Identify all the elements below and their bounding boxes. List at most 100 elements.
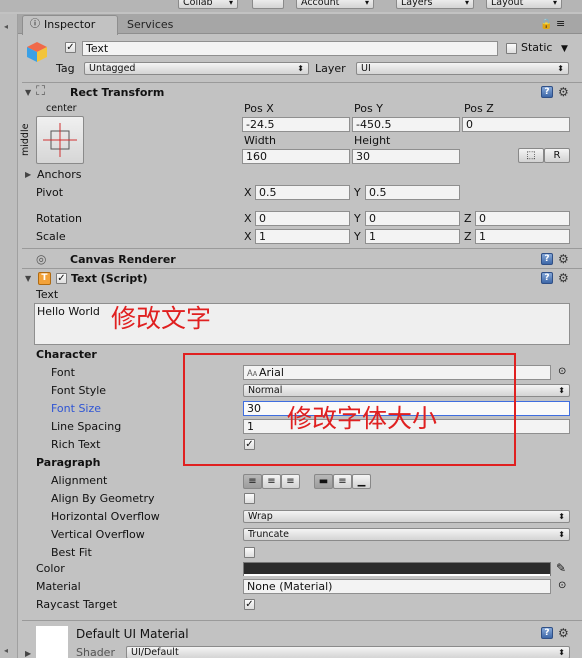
info-icon: ⓘ	[30, 19, 40, 30]
vertical-overflow-value: Truncate	[248, 529, 289, 540]
vertical-overflow-dropdown[interactable]: Truncate ⬍	[243, 528, 570, 541]
height-label: Height	[354, 134, 391, 147]
scale-x-field[interactable]: 1	[255, 229, 350, 244]
chevron-down-icon: ▾	[464, 0, 469, 7]
annotation-edit-text: 修改文字	[111, 304, 212, 333]
updown-arrow-icon: ⬍	[558, 386, 565, 395]
best-fit-checkbox[interactable]	[244, 547, 255, 558]
pivot-label: Pivot	[36, 186, 64, 199]
rect-transform-icon: ⛶	[36, 84, 46, 99]
gear-icon[interactable]: ⚙	[558, 86, 569, 98]
pivot-y-label: Y	[354, 186, 361, 199]
left-scrollbar[interactable]	[0, 14, 18, 658]
divider	[22, 268, 582, 269]
rotation-y-field[interactable]: 0	[365, 211, 460, 226]
rotation-z-label: Z	[464, 212, 472, 225]
blueprint-mode-button[interactable]: ⬚	[518, 148, 544, 163]
help-icon[interactable]: ?	[541, 272, 553, 284]
foldout-arrow-icon[interactable]: ▼	[25, 274, 31, 283]
layout-dropdown[interactable]: Layout ▾	[486, 0, 562, 9]
active-checkbox[interactable]: ✓	[65, 42, 76, 53]
foldout-arrow-icon[interactable]: ▼	[25, 88, 31, 97]
layers-dropdown[interactable]: Layers ▾	[396, 0, 474, 9]
pos-y-field[interactable]: -450.5	[352, 117, 460, 132]
pivot-y-field[interactable]: 0.5	[365, 185, 460, 200]
alignment-label: Alignment	[51, 474, 108, 487]
text-area-value: Hello World	[37, 305, 100, 318]
updown-arrow-icon: ⬍	[558, 530, 565, 539]
align-top-button[interactable]: ▬	[314, 474, 333, 489]
height-field[interactable]: 30	[352, 149, 460, 164]
rect-transform-title: Rect Transform	[70, 86, 165, 99]
align-middle-button[interactable]: ≡	[333, 474, 352, 489]
horizontal-overflow-dropdown[interactable]: Wrap ⬍	[243, 510, 570, 523]
anchor-presets-button[interactable]	[36, 116, 84, 164]
collab-dropdown[interactable]: Collab ▾	[178, 0, 238, 9]
pivot-x-label: X	[244, 186, 252, 199]
material-preview	[36, 626, 68, 658]
scroll-arrow-icon[interactable]: ◂	[4, 20, 8, 34]
pos-z-field[interactable]: 0	[462, 117, 570, 132]
material-field[interactable]: None (Material)	[243, 579, 551, 594]
scale-z-field[interactable]: 1	[475, 229, 570, 244]
divider	[22, 620, 582, 621]
tag-value: Untagged	[89, 63, 136, 74]
scale-y-field[interactable]: 1	[365, 229, 460, 244]
anchors-label[interactable]: Anchors	[37, 168, 82, 182]
chevron-down-icon: ▾	[552, 0, 557, 7]
eyedropper-icon[interactable]: ✎	[556, 561, 566, 575]
raw-edit-button[interactable]: R	[544, 148, 570, 163]
align-bottom-button[interactable]: ▁	[352, 474, 371, 489]
shader-value: UI/Default	[131, 647, 179, 658]
rotation-x-field[interactable]: 0	[255, 211, 350, 226]
text-label: Text	[36, 288, 59, 301]
static-checkbox[interactable]	[506, 43, 517, 54]
foldout-arrow-icon[interactable]: ▶	[25, 649, 31, 658]
gear-icon[interactable]: ⚙	[558, 272, 569, 284]
cloud-button[interactable]	[252, 0, 284, 9]
shader-dropdown[interactable]: UI/Default ⬍	[126, 646, 570, 658]
chevron-down-icon[interactable]: ▼	[561, 42, 568, 56]
align-by-geometry-checkbox[interactable]	[244, 493, 255, 504]
tag-dropdown[interactable]: Untagged ⬍	[84, 62, 309, 75]
tab-services[interactable]: Services	[127, 18, 173, 32]
raycast-target-label: Raycast Target	[36, 598, 118, 611]
material-title: Default UI Material	[76, 627, 189, 641]
scroll-arrow-icon[interactable]: ◂	[4, 644, 8, 658]
text-script-title: Text (Script)	[71, 272, 148, 285]
text-enabled-checkbox[interactable]: ✓	[56, 273, 67, 284]
gameobject-icon	[26, 41, 48, 63]
align-left-button[interactable]: ≡	[243, 474, 262, 489]
help-icon[interactable]: ?	[541, 627, 553, 639]
account-dropdown[interactable]: Account ▾	[296, 0, 374, 9]
color-swatch-alpha-bar	[244, 574, 550, 576]
foldout-arrow-icon[interactable]: ▶	[25, 170, 31, 179]
paragraph-header: Paragraph	[36, 456, 101, 469]
updown-arrow-icon: ⬍	[558, 648, 565, 657]
object-name-field[interactable]: Text	[82, 41, 498, 56]
align-center-button[interactable]: ≡	[262, 474, 281, 489]
font-size-label: Font Size	[51, 402, 102, 415]
pos-x-field[interactable]: -24.5	[242, 117, 350, 132]
pivot-x-field[interactable]: 0.5	[255, 185, 350, 200]
menu-icon[interactable]: ≡	[556, 17, 565, 31]
rotation-label: Rotation	[36, 212, 83, 225]
help-icon[interactable]: ?	[541, 253, 553, 265]
lock-icon[interactable]: 🔒	[540, 18, 552, 32]
help-icon[interactable]: ?	[541, 86, 553, 98]
font-style-label: Font Style	[51, 384, 107, 397]
raycast-target-checkbox[interactable]: ✓	[244, 599, 255, 610]
anchor-vertical-label: middle	[20, 123, 31, 156]
align-right-button[interactable]: ≡	[281, 474, 300, 489]
object-picker-icon[interactable]: ⊙	[558, 579, 566, 593]
width-field[interactable]: 160	[242, 149, 350, 164]
gear-icon[interactable]: ⚙	[558, 253, 569, 265]
pos-y-label: Pos Y	[354, 102, 383, 115]
object-picker-icon[interactable]: ⊙	[558, 365, 566, 379]
scale-y-label: Y	[354, 230, 361, 243]
tag-label: Tag	[56, 62, 75, 75]
layer-dropdown[interactable]: UI ⬍	[356, 62, 569, 75]
gear-icon[interactable]: ⚙	[558, 627, 569, 639]
rotation-z-field[interactable]: 0	[475, 211, 570, 226]
scale-z-label: Z	[464, 230, 472, 243]
